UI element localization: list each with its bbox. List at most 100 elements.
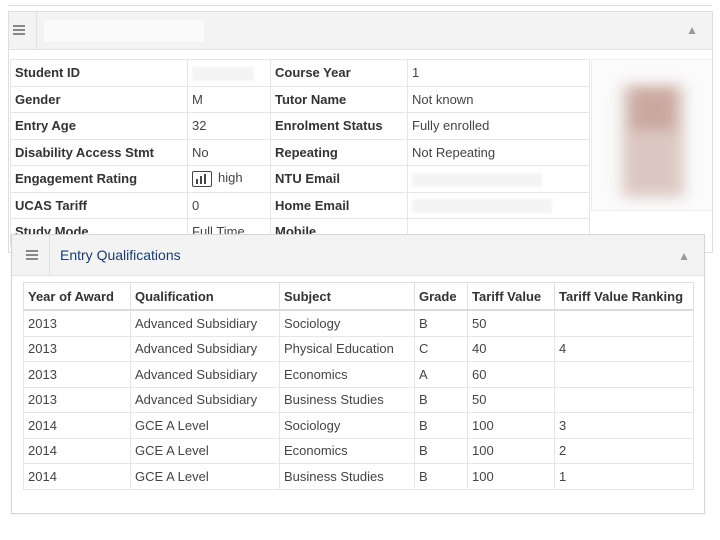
student-photo <box>591 59 712 211</box>
table-header-row: Year of Award Qualification Subject Grad… <box>23 282 694 311</box>
table-cell: B <box>414 463 468 490</box>
table-cell: Economics <box>279 361 415 388</box>
panel-title: Entry Qualifications <box>60 247 181 263</box>
table-cell: Advanced Subsidiary <box>130 361 280 388</box>
header-divider <box>49 235 50 275</box>
detail-value: 0 <box>187 191 271 219</box>
table-cell: 2013 <box>23 386 131 413</box>
table-row: 2013 Advanced Subsidiary Business Studie… <box>23 386 694 413</box>
photo-blur <box>632 90 674 130</box>
table-cell: B <box>414 386 468 413</box>
detail-label: Repeating <box>270 138 408 166</box>
table-cell: Physical Education <box>279 335 415 362</box>
table-cell: 100 <box>467 412 555 439</box>
table-cell: 2014 <box>23 412 131 439</box>
detail-label: Disability Access Stmt <box>10 138 188 166</box>
engagement-value: high <box>187 165 271 193</box>
table-cell: Advanced Subsidiary <box>130 335 280 362</box>
table-cell: C <box>414 335 468 362</box>
detail-row: Student ID Course Year 1 <box>10 59 590 87</box>
table-cell: 50 <box>467 309 555 337</box>
detail-value: Fully enrolled <box>407 112 590 140</box>
detail-label: NTU Email <box>270 165 408 193</box>
table-cell: 4 <box>554 335 694 362</box>
table-cell: GCE A Level <box>130 437 280 464</box>
column-header[interactable]: Tariff Value Ranking <box>554 282 694 311</box>
table-cell: Business Studies <box>279 386 415 413</box>
student-details-table: Student ID Course Year 1 Gender M Tutor … <box>10 59 590 246</box>
table-cell: 40 <box>467 335 555 362</box>
table-cell: GCE A Level <box>130 412 280 439</box>
column-header[interactable]: Tariff Value <box>467 282 555 311</box>
redacted-value <box>412 199 552 214</box>
table-row: 2013 Advanced Subsidiary Physical Educat… <box>23 335 694 362</box>
table-cell: Advanced Subsidiary <box>130 309 280 337</box>
table-cell: 60 <box>467 361 555 388</box>
column-header[interactable]: Year of Award <box>23 282 131 311</box>
chevron-up-icon[interactable]: ▲ <box>678 249 690 263</box>
table-cell: Sociology <box>279 412 415 439</box>
student-id-value <box>187 59 271 87</box>
detail-label: Home Email <box>270 191 408 219</box>
table-cell: Advanced Subsidiary <box>130 386 280 413</box>
detail-label: Enrolment Status <box>270 112 408 140</box>
table-cell: 2014 <box>23 437 131 464</box>
table-cell: B <box>414 412 468 439</box>
redacted-value <box>192 66 254 81</box>
detail-value: 1 <box>407 59 590 87</box>
chevron-up-icon[interactable]: ▲ <box>686 23 698 37</box>
table-cell: 2013 <box>23 361 131 388</box>
table-cell: 2013 <box>23 309 131 337</box>
detail-row: Disability Access Stmt No Repeating Not … <box>10 138 590 166</box>
student-name-redacted <box>43 19 205 43</box>
table-cell: Economics <box>279 437 415 464</box>
table-cell <box>554 361 694 388</box>
table-cell <box>554 386 694 413</box>
detail-row: Engagement Rating high NTU Email <box>10 165 590 193</box>
detail-label: Tutor Name <box>270 85 408 113</box>
entry-qualifications-panel: Entry Qualifications ▲ Year of Award Qua… <box>11 234 705 514</box>
detail-label: Student ID <box>10 59 188 87</box>
engagement-rating-text: high <box>218 170 243 186</box>
detail-label: UCAS Tariff <box>10 191 188 219</box>
redacted-value <box>412 172 542 187</box>
detail-label: Gender <box>10 85 188 113</box>
qualifications-table: Year of Award Qualification Subject Grad… <box>23 282 694 490</box>
table-cell: Business Studies <box>279 463 415 490</box>
student-details-panel: ▲ Student ID Course Year 1 Gender M Tuto… <box>8 11 713 253</box>
menu-icon[interactable] <box>13 25 25 35</box>
table-cell: GCE A Level <box>130 463 280 490</box>
column-header[interactable]: Subject <box>279 282 415 311</box>
table-cell: 100 <box>467 463 555 490</box>
menu-icon[interactable] <box>26 250 38 260</box>
table-cell: 100 <box>467 437 555 464</box>
table-cell: 2014 <box>23 463 131 490</box>
detail-row: Gender M Tutor Name Not known <box>10 85 590 113</box>
column-header[interactable]: Qualification <box>130 282 280 311</box>
table-cell: 1 <box>554 463 694 490</box>
detail-row: Entry Age 32 Enrolment Status Fully enro… <box>10 112 590 140</box>
table-cell: 2013 <box>23 335 131 362</box>
detail-value: M <box>187 85 271 113</box>
header-divider <box>36 12 37 49</box>
table-row: 2014 GCE A Level Business Studies B 100 … <box>23 463 694 490</box>
detail-label: Engagement Rating <box>10 165 188 193</box>
detail-value: Not Repeating <box>407 138 590 166</box>
detail-value: Not known <box>407 85 590 113</box>
column-header[interactable]: Grade <box>414 282 468 311</box>
qualifications-panel-header: Entry Qualifications ▲ <box>12 235 704 276</box>
table-row: 2014 GCE A Level Economics B 100 2 <box>23 437 694 464</box>
table-cell: 50 <box>467 386 555 413</box>
detail-value: No <box>187 138 271 166</box>
table-cell <box>554 309 694 337</box>
detail-value: 32 <box>187 112 271 140</box>
table-row: 2013 Advanced Subsidiary Sociology B 50 <box>23 309 694 337</box>
ntu-email-value <box>407 165 590 193</box>
table-row: 2014 GCE A Level Sociology B 100 3 <box>23 412 694 439</box>
top-divider <box>8 5 712 6</box>
table-cell: A <box>414 361 468 388</box>
detail-label: Course Year <box>270 59 408 87</box>
table-cell: B <box>414 437 468 464</box>
table-cell: Sociology <box>279 309 415 337</box>
table-cell: 3 <box>554 412 694 439</box>
